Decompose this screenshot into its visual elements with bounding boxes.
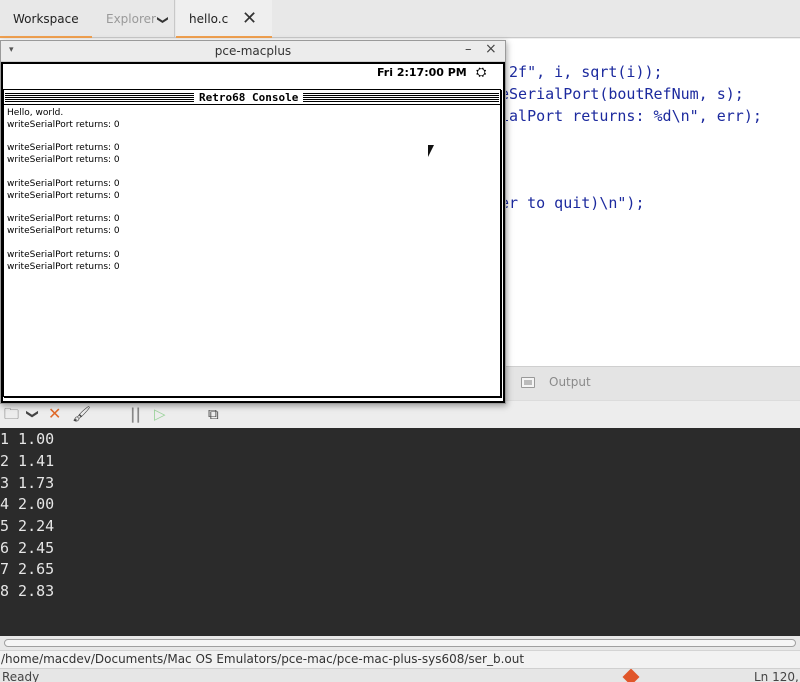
terminal-line: 3 1.73 — [0, 474, 55, 492]
tab-hello-c[interactable]: hello.c ✕ — [176, 0, 272, 38]
terminal-line: 2 1.41 — [0, 452, 55, 470]
run-icon[interactable]: ▷ — [154, 404, 166, 424]
mouse-pointer — [428, 145, 440, 157]
folder-icon[interactable]: 🗀 — [4, 404, 19, 424]
console-line: Hello, world. — [7, 108, 64, 118]
cursor-position[interactable]: Ln 120, Col 1 — [754, 669, 800, 682]
console-line: writeSerialPort returns: 0 — [7, 179, 120, 189]
detach-icon[interactable]: ⧉ — [208, 404, 219, 424]
broom-icon[interactable]: 🖌 — [72, 404, 91, 424]
status-bar: Ready Ln 120, Col 1 — [0, 668, 800, 682]
tab-workspace[interactable]: Workspace — [0, 0, 92, 38]
horizontal-scrollbar[interactable] — [0, 636, 800, 650]
tab-hello-c-label: hello.c — [189, 12, 229, 26]
minimize-icon[interactable]: – — [465, 42, 472, 57]
code-line: er to quit)\n"); — [500, 194, 645, 212]
close-icon[interactable]: ✕ — [242, 0, 257, 38]
terminal-line: 1 1.00 — [0, 430, 55, 448]
chevron-down-icon[interactable]: ❯ — [23, 409, 43, 419]
pause-icon[interactable]: || — [130, 404, 141, 424]
scrollbar-thumb[interactable] — [4, 639, 796, 647]
menubar-clock[interactable]: Fri 2:17:00 PM — [377, 66, 467, 79]
console-line: writeSerialPort returns: 0 — [7, 250, 120, 260]
terminal-line: 4 2.00 — [0, 495, 55, 513]
code-line: ialPort returns: %d\n", err); — [500, 107, 762, 125]
application-menu-icon[interactable]: ⛭ — [476, 66, 486, 80]
tab-workspace-label: Workspace — [13, 12, 79, 26]
status-text: Ready — [2, 670, 40, 682]
console-title: Retro68 Console — [194, 91, 304, 104]
terminal-line: 7 2.65 — [0, 560, 55, 578]
mac-screen[interactable]: Fri 2:17:00 PM ⛭ Retro68 Console Hello, … — [1, 62, 505, 403]
emulator-titlebar[interactable]: ▾ pce-macplus – × — [1, 41, 505, 62]
output-icon — [521, 377, 535, 388]
console-body: Hello, world. writeSerialPort returns: 0… — [7, 108, 497, 394]
console-line: writeSerialPort returns: 0 — [7, 226, 120, 236]
git-icon[interactable] — [622, 669, 640, 682]
tab-explorer[interactable]: Explorer❯ — [92, 0, 172, 38]
terminal-line: 6 2.45 — [0, 539, 55, 557]
console-line: writeSerialPort returns: 0 — [7, 155, 120, 165]
code-line: eSerialPort(boutRefNum, s); — [500, 85, 744, 103]
top-tab-bar: Workspace Explorer❯ hello.c ✕ — [0, 0, 800, 38]
console-window[interactable]: Retro68 Console Hello, world. writeSeria… — [3, 89, 501, 397]
emulator-window[interactable]: ▾ pce-macplus – × Fri 2:17:00 PM ⛭ Retro… — [0, 40, 506, 404]
console-line: writeSerialPort returns: 0 — [7, 214, 120, 224]
output-path: /home/macdev/Documents/Mac OS Emulators/… — [0, 650, 800, 668]
console-line: writeSerialPort returns: 0 — [7, 262, 120, 272]
ide-window: Workspace Explorer❯ hello.c ✕ .2f", i, sq… — [0, 0, 800, 682]
console-titlebar[interactable]: Retro68 Console — [4, 90, 500, 105]
output-toolbar — [0, 400, 800, 428]
console-line: writeSerialPort returns: 0 — [7, 191, 120, 201]
console-line: writeSerialPort returns: 0 — [7, 143, 120, 153]
terminal-line: 5 2.24 — [0, 517, 55, 535]
clear-icon[interactable]: ✕ — [48, 404, 61, 424]
emulator-title: pce-macplus — [214, 44, 292, 58]
mac-menubar: Fri 2:17:00 PM ⛭ — [3, 64, 503, 82]
tab-output[interactable]: Output — [549, 375, 591, 389]
console-line: writeSerialPort returns: 0 — [7, 120, 120, 130]
code-line: .2f", i, sqrt(i)); — [500, 63, 663, 81]
close-icon[interactable]: × — [485, 41, 497, 57]
terminal-output[interactable]: 1 1.00 2 1.41 3 1.73 4 2.00 5 2.24 6 2.4… — [0, 428, 800, 636]
tab-divider — [174, 0, 175, 38]
terminal-line: 8 2.83 — [0, 582, 55, 600]
